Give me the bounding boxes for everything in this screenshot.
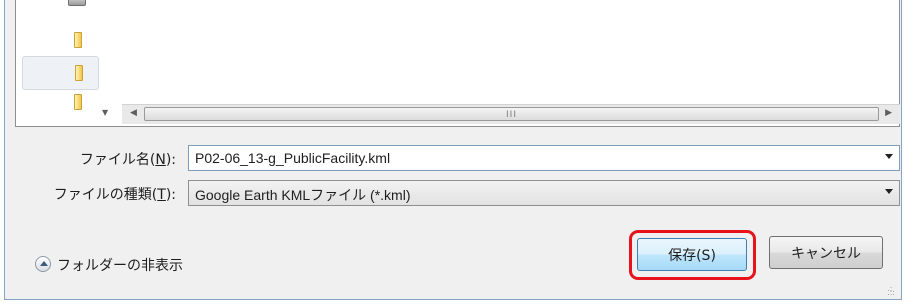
filetype-value: Google Earth KMLファイル (*.kml) — [195, 187, 411, 203]
nav-item-folder[interactable] — [22, 92, 99, 125]
save-button[interactable]: 保存(S) — [637, 238, 747, 271]
scrollbar-thumb[interactable]: III — [144, 107, 879, 121]
nav-item-drive[interactable] — [22, 0, 99, 34]
nav-item-folder-selected[interactable] — [22, 56, 99, 90]
navigation-pane[interactable]: ▼ — [16, 0, 121, 125]
resize-grip-icon[interactable]: .:.:: — [887, 285, 895, 297]
chevron-down-icon[interactable] — [885, 154, 893, 159]
folder-icon — [75, 65, 83, 81]
folder-icon — [74, 94, 82, 110]
filetype-label: ファイルの種類(T): — [53, 187, 176, 203]
filename-input[interactable]: P02-06_13-g_PublicFacility.kml — [195, 150, 390, 166]
chevron-down-icon[interactable] — [885, 189, 893, 194]
folder-icon — [74, 32, 82, 48]
horizontal-scrollbar[interactable]: ◀ III ▶ — [122, 104, 900, 124]
browser-pane: ▼ ◀ III ▶ — [15, 0, 900, 127]
drive-icon — [68, 0, 86, 6]
hide-folders-label: フォルダーの非表示 — [57, 258, 183, 274]
scroll-right-arrow-icon[interactable]: ▶ — [885, 108, 892, 118]
scrollbar-grip: III — [506, 110, 517, 120]
scroll-down-arrow-icon[interactable]: ▼ — [102, 108, 108, 117]
scroll-left-arrow-icon[interactable]: ◀ — [130, 108, 137, 118]
filename-combobox[interactable]: P02-06_13-g_PublicFacility.kml — [188, 145, 900, 171]
save-dialog: ▼ ◀ III ▶ ファイル名(N): P02-06_13-g_PublicFa… — [4, 0, 902, 300]
filename-label: ファイル名(N): — [79, 152, 176, 168]
cancel-button[interactable]: キャンセル — [769, 236, 883, 269]
collapse-circle-icon — [35, 256, 51, 272]
filetype-select[interactable]: Google Earth KMLファイル (*.kml) — [188, 180, 900, 206]
